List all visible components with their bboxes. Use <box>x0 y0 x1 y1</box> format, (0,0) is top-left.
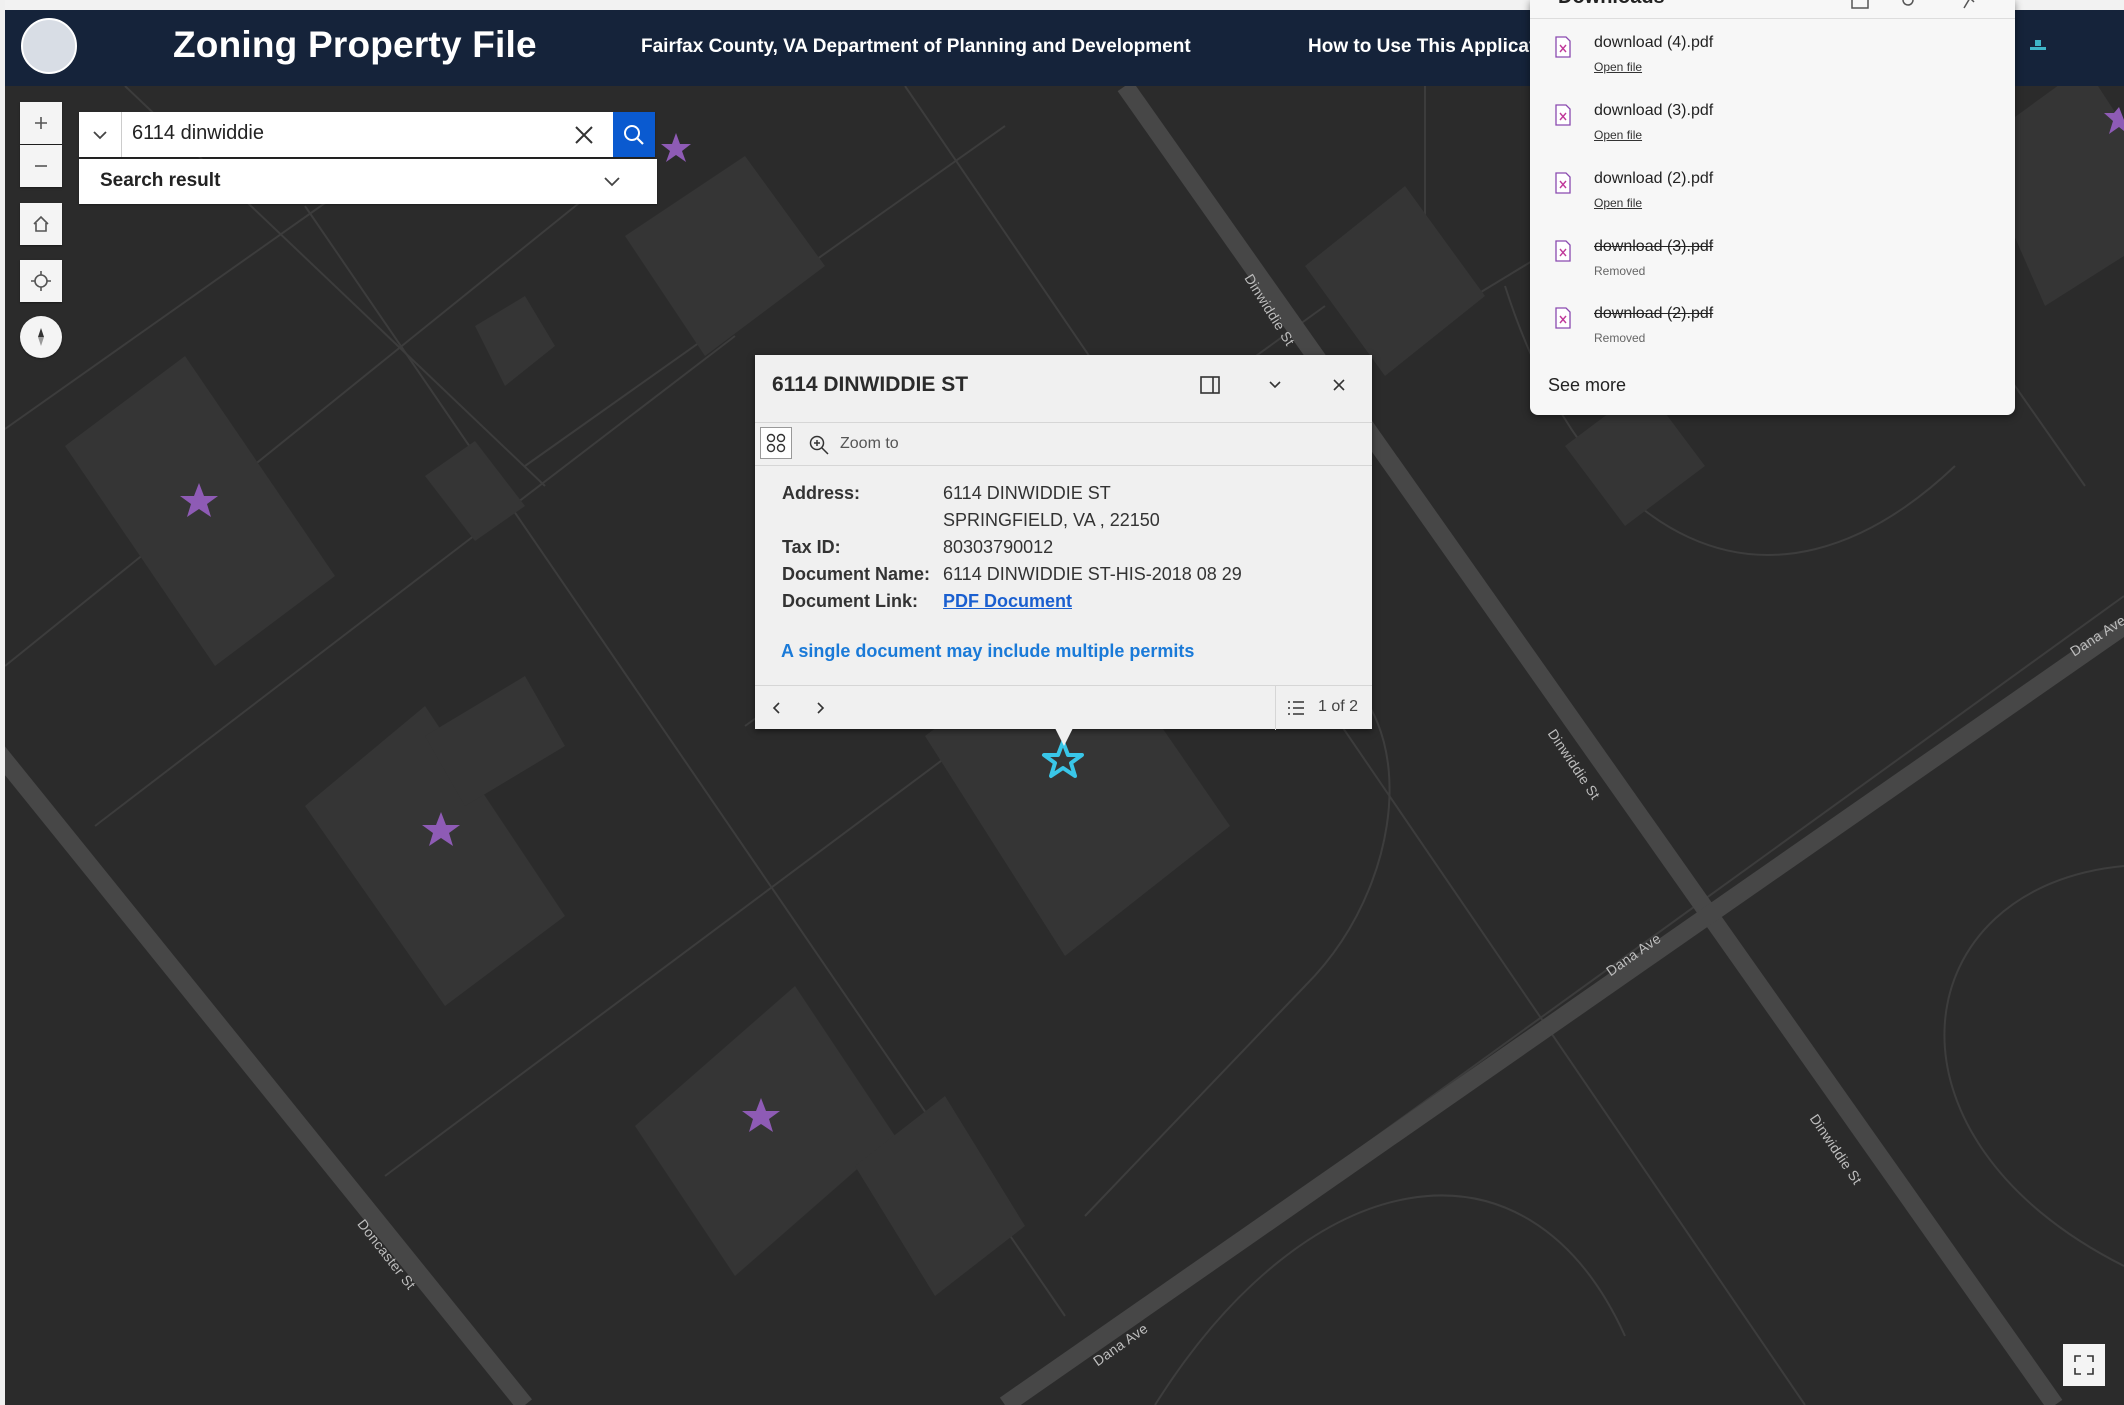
popup-note: A single document may include multiple p… <box>781 641 1195 661</box>
folder-icon[interactable] <box>1850 0 1870 12</box>
search-source-dropdown[interactable] <box>79 112 122 157</box>
popup-pointer <box>1055 728 1073 746</box>
document-name-value: 6114 DINWIDDIE ST-HIS-2018 08 29 <box>943 564 1242 584</box>
chevron-down-icon <box>1269 381 1281 389</box>
zoom-to-button[interactable]: Zoom to <box>840 435 899 453</box>
feature-popup: 6114 DINWIDDIE ST Zoom to Address: 6114 … <box>755 355 1372 730</box>
search-input[interactable]: 6114 dinwiddie <box>132 122 264 145</box>
close-popup-button[interactable] <box>1327 373 1351 397</box>
clear-search-icon[interactable] <box>570 121 598 149</box>
dock-button[interactable] <box>1198 373 1222 397</box>
search-result-label: Search result <box>100 170 221 191</box>
address-label: Address: <box>782 483 861 503</box>
see-more-link[interactable]: See more <box>1548 375 1626 396</box>
downloads-title: Downloads <box>1558 0 1665 9</box>
download-file-name: download (4).pdf <box>1594 34 1714 51</box>
removed-status: Removed <box>1594 331 1646 345</box>
download-item[interactable]: download (2).pdf Open file <box>1554 168 1994 228</box>
open-file-link[interactable]: Open file <box>1594 60 1642 74</box>
download-item[interactable]: download (4).pdf Open file <box>1554 32 1994 92</box>
search-result-dropdown[interactable]: Search result <box>79 159 657 204</box>
chevron-down-icon <box>93 130 107 139</box>
locate-icon <box>31 271 51 291</box>
feature-count-button[interactable]: 1 of 2 <box>1275 686 1373 730</box>
compass-icon <box>38 328 44 346</box>
zoom-in-icon[interactable] <box>808 434 830 456</box>
header-tool-icon[interactable] <box>2028 37 2048 55</box>
downloads-panel: Downloads download (4).pdf Open file dow… <box>1530 0 2015 415</box>
locate-button[interactable] <box>20 260 62 302</box>
address-line1: 6114 DINWIDDIE ST <box>943 483 1111 503</box>
pdf-file-icon <box>1555 172 1571 194</box>
department-link[interactable]: Fairfax County, VA Department of Plannin… <box>641 36 1191 58</box>
dock-icon <box>1200 376 1220 394</box>
popup-title: 6114 DINWIDDIE ST <box>772 373 969 396</box>
search-icon[interactable] <box>1900 0 1920 12</box>
pdf-file-icon <box>1555 104 1571 126</box>
open-file-link[interactable]: Open file <box>1594 128 1642 142</box>
open-file-link[interactable]: Open file <box>1594 196 1642 210</box>
minus-icon <box>35 165 47 167</box>
popup-toolbar: Zoom to <box>755 422 1372 466</box>
address-line2: SPRINGFIELD, VA , 22150 <box>943 510 1160 530</box>
grid-icon <box>766 433 786 453</box>
download-file-name: download (3).pdf <box>1594 102 1714 119</box>
removed-status: Removed <box>1594 264 1646 278</box>
zoom-in-button[interactable] <box>20 102 62 144</box>
download-file-name: download (2).pdf <box>1594 170 1714 187</box>
pdf-document-link[interactable]: PDF Document <box>943 591 1072 612</box>
feature-count: 1 of 2 <box>1318 698 1359 715</box>
next-feature-icon[interactable] <box>810 698 830 718</box>
county-seal-logo <box>21 18 77 74</box>
fullscreen-button[interactable] <box>2063 1344 2105 1386</box>
pin-icon[interactable] <box>1960 0 1980 12</box>
close-icon <box>1333 379 1345 391</box>
download-item[interactable]: download (2).pdf Removed <box>1554 303 1994 363</box>
app-title: Zoning Property File <box>173 24 537 65</box>
fullscreen-icon <box>2074 1355 2094 1375</box>
collapse-button[interactable] <box>1263 373 1287 397</box>
pdf-file-icon <box>1555 307 1571 329</box>
download-file-name: download (3).pdf <box>1594 238 1714 255</box>
pdf-file-icon <box>1555 36 1571 58</box>
search-button[interactable] <box>613 112 655 157</box>
tax-id-value: 80303790012 <box>943 537 1054 557</box>
home-button[interactable] <box>20 203 62 245</box>
search-icon <box>624 124 644 145</box>
tax-id-label: Tax ID: <box>782 537 841 557</box>
chevron-down-icon <box>604 177 620 187</box>
list-icon <box>1288 701 1304 715</box>
download-item[interactable]: download (3).pdf Open file <box>1554 100 1994 160</box>
how-to-link[interactable]: How to Use This Applicati <box>1308 36 1541 58</box>
search-widget: 6114 dinwiddie <box>79 112 655 157</box>
compass-button[interactable] <box>20 316 62 358</box>
download-item[interactable]: download (3).pdf Removed <box>1554 236 1994 296</box>
document-link-label: Document Link: <box>782 591 919 611</box>
zoom-out-button[interactable] <box>20 145 62 187</box>
document-name-label: Document Name: <box>782 564 931 584</box>
actions-menu-button[interactable] <box>760 427 792 459</box>
popup-footer: 1 of 2 <box>755 685 1372 730</box>
plus-icon <box>35 117 47 129</box>
downloads-separator <box>1530 18 2015 19</box>
download-file-name: download (2).pdf <box>1594 305 1714 322</box>
previous-feature-icon[interactable] <box>767 698 787 718</box>
pdf-file-icon <box>1555 240 1571 262</box>
home-icon <box>33 215 49 232</box>
